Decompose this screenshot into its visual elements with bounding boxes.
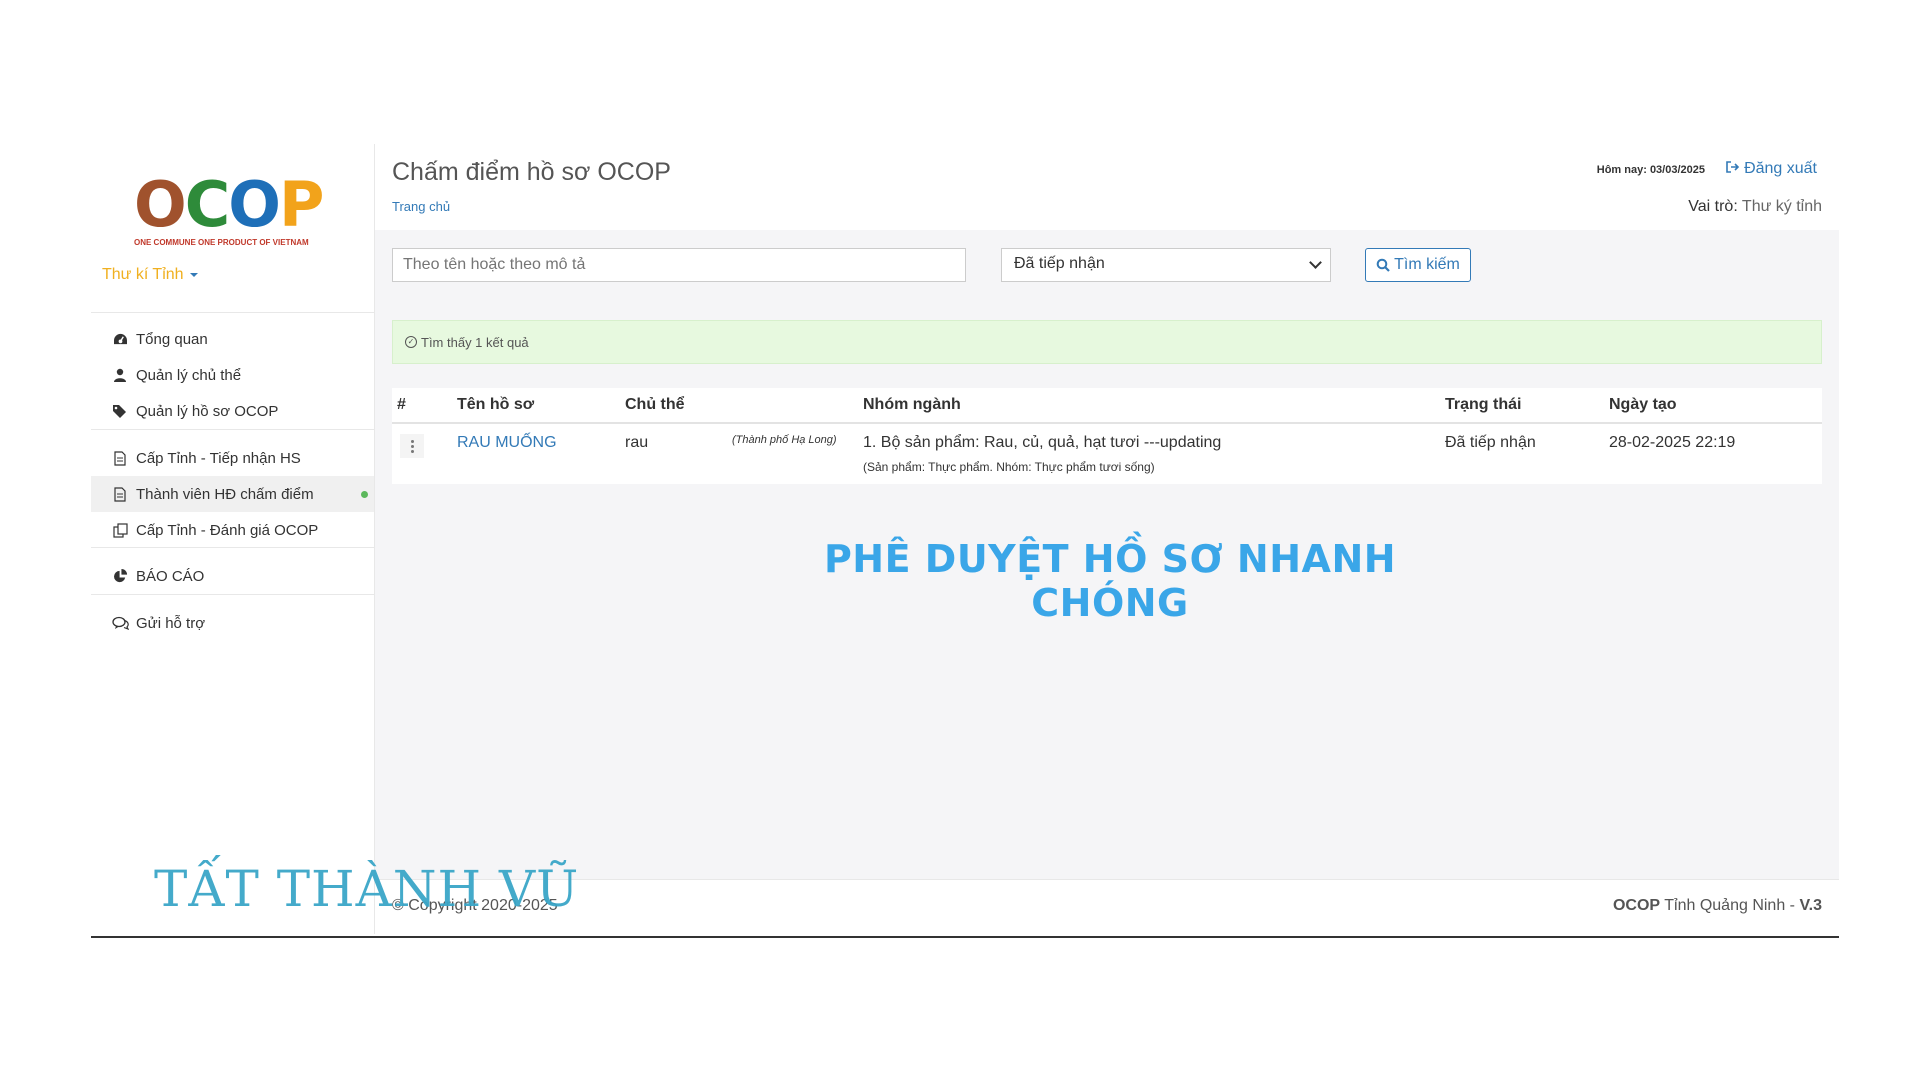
col-created: Ngày tạo bbox=[1609, 396, 1677, 413]
sidebar-item-reports[interactable]: BÁO CÁO bbox=[91, 558, 374, 594]
dashboard-icon bbox=[111, 330, 129, 348]
status-select-value: Đã tiếp nhận bbox=[1014, 255, 1105, 272]
col-owner: Chủ thể bbox=[625, 396, 685, 413]
footer-version: V.3 bbox=[1799, 897, 1822, 914]
sidebar-item-profiles[interactable]: Quản lý hồ sơ OCOP bbox=[91, 393, 374, 429]
main-content: Chấm điểm hồ sơ OCOP Trang chủ Hôm nay: … bbox=[375, 144, 1839, 935]
document-icon bbox=[111, 485, 129, 503]
role-label: Vai trò: bbox=[1688, 198, 1738, 215]
result-alert: ✓ Tìm thấy 1 kết quả bbox=[392, 320, 1822, 364]
chevron-down-icon bbox=[1309, 256, 1322, 269]
col-name: Tên hồ sơ bbox=[457, 396, 535, 413]
row-group: 1. Bộ sản phẩm: Rau, củ, quả, hạt tươi -… bbox=[863, 434, 1222, 451]
table-row: RAU MUỐNG rau (Thành phố Hạ Long) 1. Bộ … bbox=[392, 424, 1822, 484]
logo-wordmark: OCOP bbox=[134, 168, 324, 241]
role-value: Thư ký tỉnh bbox=[1741, 198, 1822, 215]
sidebar-item-evaluate[interactable]: Cấp Tỉnh - Đánh giá OCOP bbox=[91, 512, 374, 548]
row-actions-icon[interactable] bbox=[400, 434, 424, 458]
result-count-text: Tìm thấy 1 kết quả bbox=[421, 334, 529, 350]
sidebar-item-label: Gửi hỗ trợ bbox=[136, 614, 206, 632]
bottom-divider bbox=[91, 936, 1839, 938]
logo-tagline: ONE COMMUNE ONE PRODUCT OF VIETNAM bbox=[134, 238, 309, 247]
caret-down-icon bbox=[189, 272, 198, 277]
sidebar-item-overview[interactable]: Tổng quan bbox=[91, 321, 374, 357]
footer: © Copyright 2020-2025 OCOP Tỉnh Quảng Ni… bbox=[375, 879, 1839, 935]
footer-brand: OCOP bbox=[1612, 897, 1661, 914]
app-window: OCOP ONE COMMUNE ONE PRODUCT OF VIETNAM … bbox=[91, 144, 1839, 937]
nav-group-support: Gửi hỗ trợ bbox=[91, 594, 374, 641]
user-icon bbox=[111, 366, 129, 384]
promo-banner: PHÊ DUYỆT HỒ SƠ NHANH CHÓNG bbox=[823, 537, 1397, 625]
pie-chart-icon bbox=[111, 567, 129, 585]
row-status: Đã tiếp nhận bbox=[1445, 434, 1536, 451]
user-menu[interactable]: Thư kí Tỉnh bbox=[102, 266, 198, 284]
ocop-logo[interactable]: OCOP ONE COMMUNE ONE PRODUCT OF VIETNAM bbox=[134, 168, 324, 254]
sidebar-item-label: Quản lý hồ sơ OCOP bbox=[136, 402, 279, 420]
sidebar-item-label: Cấp Tỉnh - Đánh giá OCOP bbox=[136, 521, 319, 539]
user-name: Thư kí Tỉnh bbox=[102, 266, 184, 283]
active-indicator bbox=[361, 491, 368, 498]
logout-label: Đăng xuất bbox=[1744, 160, 1817, 177]
row-created: 28-02-2025 22:19 bbox=[1609, 434, 1736, 451]
row-group-detail: (Sản phẩm: Thực phẩm. Nhóm: Thực phẩm tư… bbox=[863, 460, 1155, 474]
check-circle-icon: ✓ bbox=[405, 336, 417, 348]
page-title: Chấm điểm hồ sơ OCOP bbox=[392, 158, 671, 186]
row-owner: rau bbox=[625, 434, 649, 451]
search-input[interactable] bbox=[392, 248, 966, 282]
sign-out-icon bbox=[1725, 160, 1744, 177]
sidebar-item-label: Thành viên HĐ chấm điểm bbox=[136, 485, 314, 503]
sidebar: OCOP ONE COMMUNE ONE PRODUCT OF VIETNAM … bbox=[91, 144, 375, 934]
watermark-text: TẤT THÀNH VŨ bbox=[154, 860, 580, 918]
sidebar-item-support[interactable]: Gửi hỗ trợ bbox=[91, 605, 374, 641]
today-date: Hôm nay: 03/03/2025 bbox=[1596, 164, 1705, 176]
document-icon bbox=[111, 449, 129, 467]
footer-province: Tỉnh Quảng Ninh - bbox=[1660, 897, 1800, 914]
sidebar-item-label: Cấp Tỉnh - Tiếp nhận HS bbox=[136, 449, 301, 467]
col-index: # bbox=[397, 396, 406, 413]
page-header: Chấm điểm hồ sơ OCOP Trang chủ Hôm nay: … bbox=[375, 144, 1839, 230]
role-line: Vai trò: Thư ký tỉnh bbox=[1688, 198, 1822, 216]
nav-group-main: Tổng quan Quản lý chủ thể Quản lý hồ sơ … bbox=[91, 312, 374, 429]
col-group: Nhóm ngành bbox=[863, 396, 961, 413]
nav-group-scoring: Cấp Tỉnh - Tiếp nhận HS Thành viên HĐ ch… bbox=[91, 429, 374, 548]
sidebar-item-council-members[interactable]: Thành viên HĐ chấm điểm bbox=[91, 476, 374, 512]
search-button-label: Tìm kiếm bbox=[1394, 256, 1460, 273]
status-select[interactable]: Đã tiếp nhận bbox=[1001, 248, 1331, 282]
row-name-link[interactable]: RAU MUỐNG bbox=[457, 434, 557, 452]
table-header: # Tên hồ sơ Chủ thể Nhóm ngành Trạng thá… bbox=[392, 388, 1822, 424]
row-owner-location: (Thành phố Hạ Long) bbox=[732, 434, 837, 446]
footer-brand-line: OCOP Tỉnh Quảng Ninh - V.3 bbox=[1613, 897, 1822, 915]
nav-group-reports: BÁO CÁO bbox=[91, 547, 374, 594]
col-status: Trạng thái bbox=[1445, 396, 1522, 413]
chat-icon bbox=[111, 614, 129, 632]
search-button[interactable]: Tìm kiếm bbox=[1365, 248, 1471, 282]
results-table: # Tên hồ sơ Chủ thể Nhóm ngành Trạng thá… bbox=[392, 388, 1822, 484]
sidebar-item-label: Quản lý chủ thể bbox=[136, 366, 242, 384]
breadcrumb-home[interactable]: Trang chủ bbox=[392, 199, 450, 214]
sidebar-item-label: Tổng quan bbox=[136, 330, 208, 348]
logout-link[interactable]: Đăng xuất bbox=[1725, 160, 1817, 178]
sidebar-item-label: BÁO CÁO bbox=[136, 567, 205, 585]
sidebar-item-owners[interactable]: Quản lý chủ thể bbox=[91, 357, 374, 393]
copy-icon bbox=[111, 521, 129, 539]
search-icon bbox=[1376, 258, 1390, 272]
sidebar-item-receive[interactable]: Cấp Tỉnh - Tiếp nhận HS bbox=[91, 440, 374, 476]
tags-icon bbox=[111, 402, 129, 420]
